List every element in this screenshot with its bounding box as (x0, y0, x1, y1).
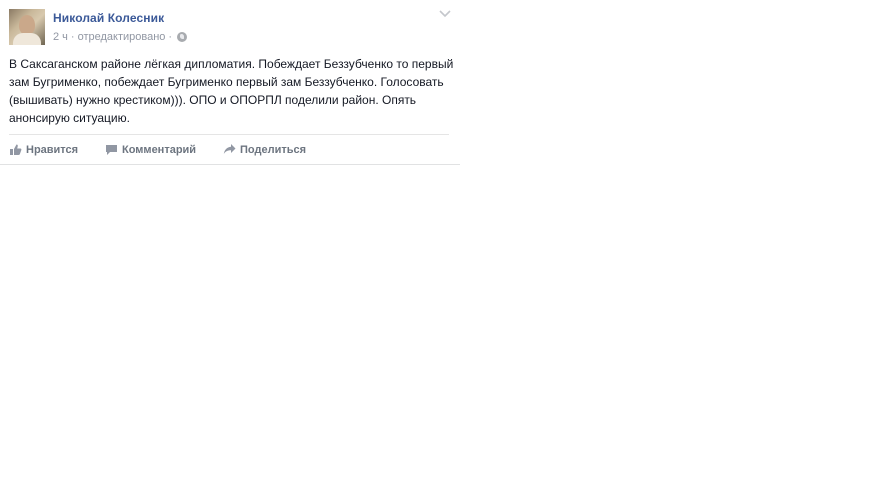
like-label: Нравится (26, 143, 79, 156)
post-timestamp[interactable]: 2 ч (53, 31, 68, 43)
comment-button[interactable]: Комментарий (105, 143, 223, 156)
avatar-face (19, 15, 35, 35)
chevron-down-icon[interactable] (438, 9, 452, 19)
comment-label: Комментарий (122, 143, 197, 156)
avatar-shirt (13, 33, 41, 45)
post-text: В Саксаганском районе лёгкая дипломатия.… (9, 57, 454, 125)
edited-label[interactable]: отредактировано (78, 31, 166, 43)
meta-separator: · (168, 31, 173, 43)
thumbs-up-icon (10, 144, 22, 155)
globe-icon[interactable] (177, 32, 188, 42)
meta-separator: · (70, 31, 75, 43)
author-avatar[interactable] (9, 9, 45, 45)
comment-icon (106, 145, 117, 155)
post-actions: Нравится Комментарий Поделиться (9, 143, 306, 156)
author-name[interactable]: Николай Колесник (53, 11, 164, 25)
like-button[interactable]: Нравится (9, 143, 105, 156)
post-meta: 2 ч · отредактировано · (53, 31, 188, 43)
actions-divider (9, 134, 449, 135)
share-button[interactable]: Поделиться (223, 143, 306, 156)
share-label: Поделиться (240, 143, 307, 156)
share-arrow-icon (223, 144, 236, 154)
feed-post: Николай Колесник 2 ч · отредактировано ·… (0, 0, 460, 165)
